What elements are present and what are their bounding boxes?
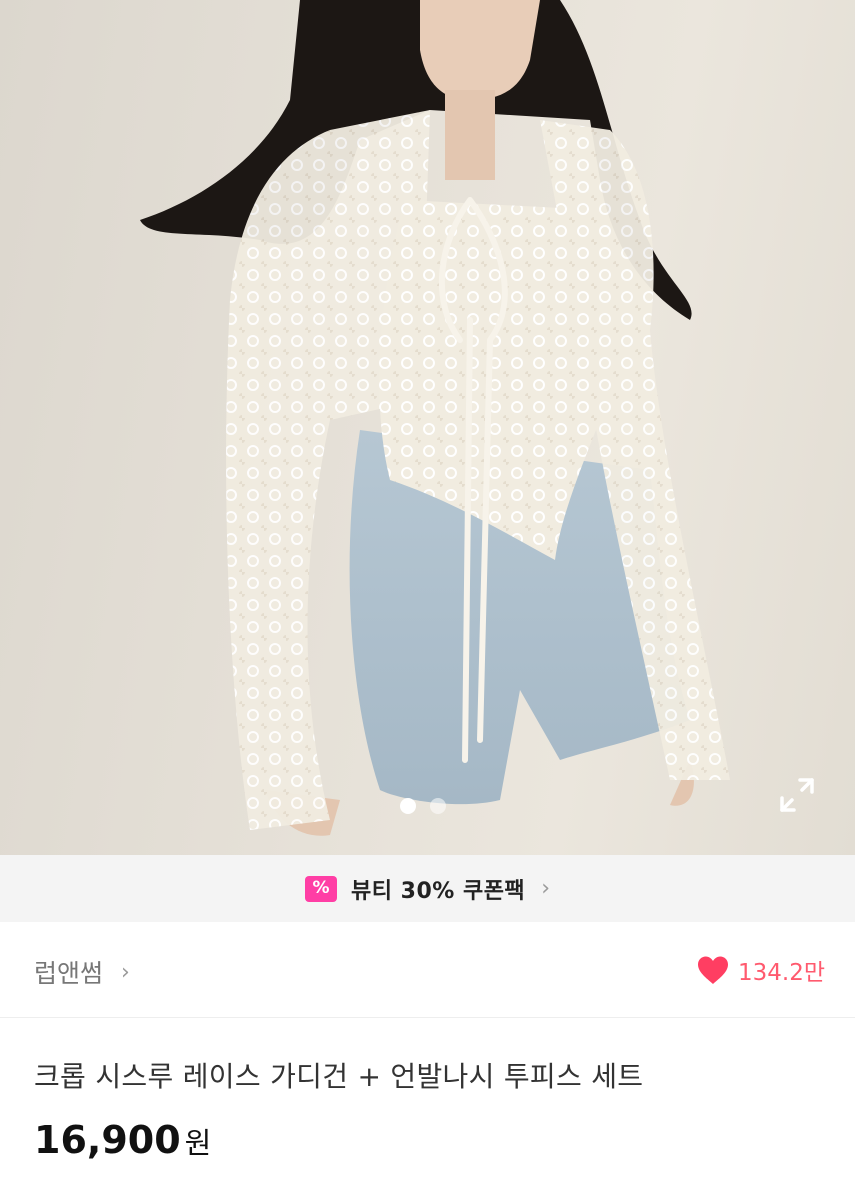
expand-icon[interactable] [778,776,816,814]
coupon-text: 뷰티 30% 쿠폰팩 [351,878,526,904]
like-count: 134.2만 [737,960,825,986]
carousel-dot-2[interactable] [430,798,446,814]
shop-name: 럽앤썸 [34,959,104,988]
heart-icon [697,956,728,984]
carousel-indicator [400,798,446,814]
product-title: 크롭 시스루 레이스 가디건 + 언발나시 투피스 세트 [34,1060,644,1093]
like-button[interactable]: 134.2만 [696,953,825,987]
shop-link[interactable]: 럽앤썸 › [34,954,130,990]
expand-icon-glyph [780,778,814,812]
product-price: 16,900 원 [34,1118,211,1162]
product-photo [140,0,730,836]
chevron-right-icon: › [121,959,130,985]
carousel-dot-1[interactable] [400,798,416,814]
coupon-banner[interactable]: % 뷰티 30% 쿠폰팩 › [0,855,855,922]
chevron-right-icon: › [541,876,550,901]
price-currency: 원 [184,1126,212,1160]
product-image[interactable] [0,0,855,855]
price-amount: 16,900 [34,1118,181,1162]
coupon-percent-icon: % [305,875,337,902]
seller-row: 럽앤썸 › 134.2만 [0,922,855,1018]
